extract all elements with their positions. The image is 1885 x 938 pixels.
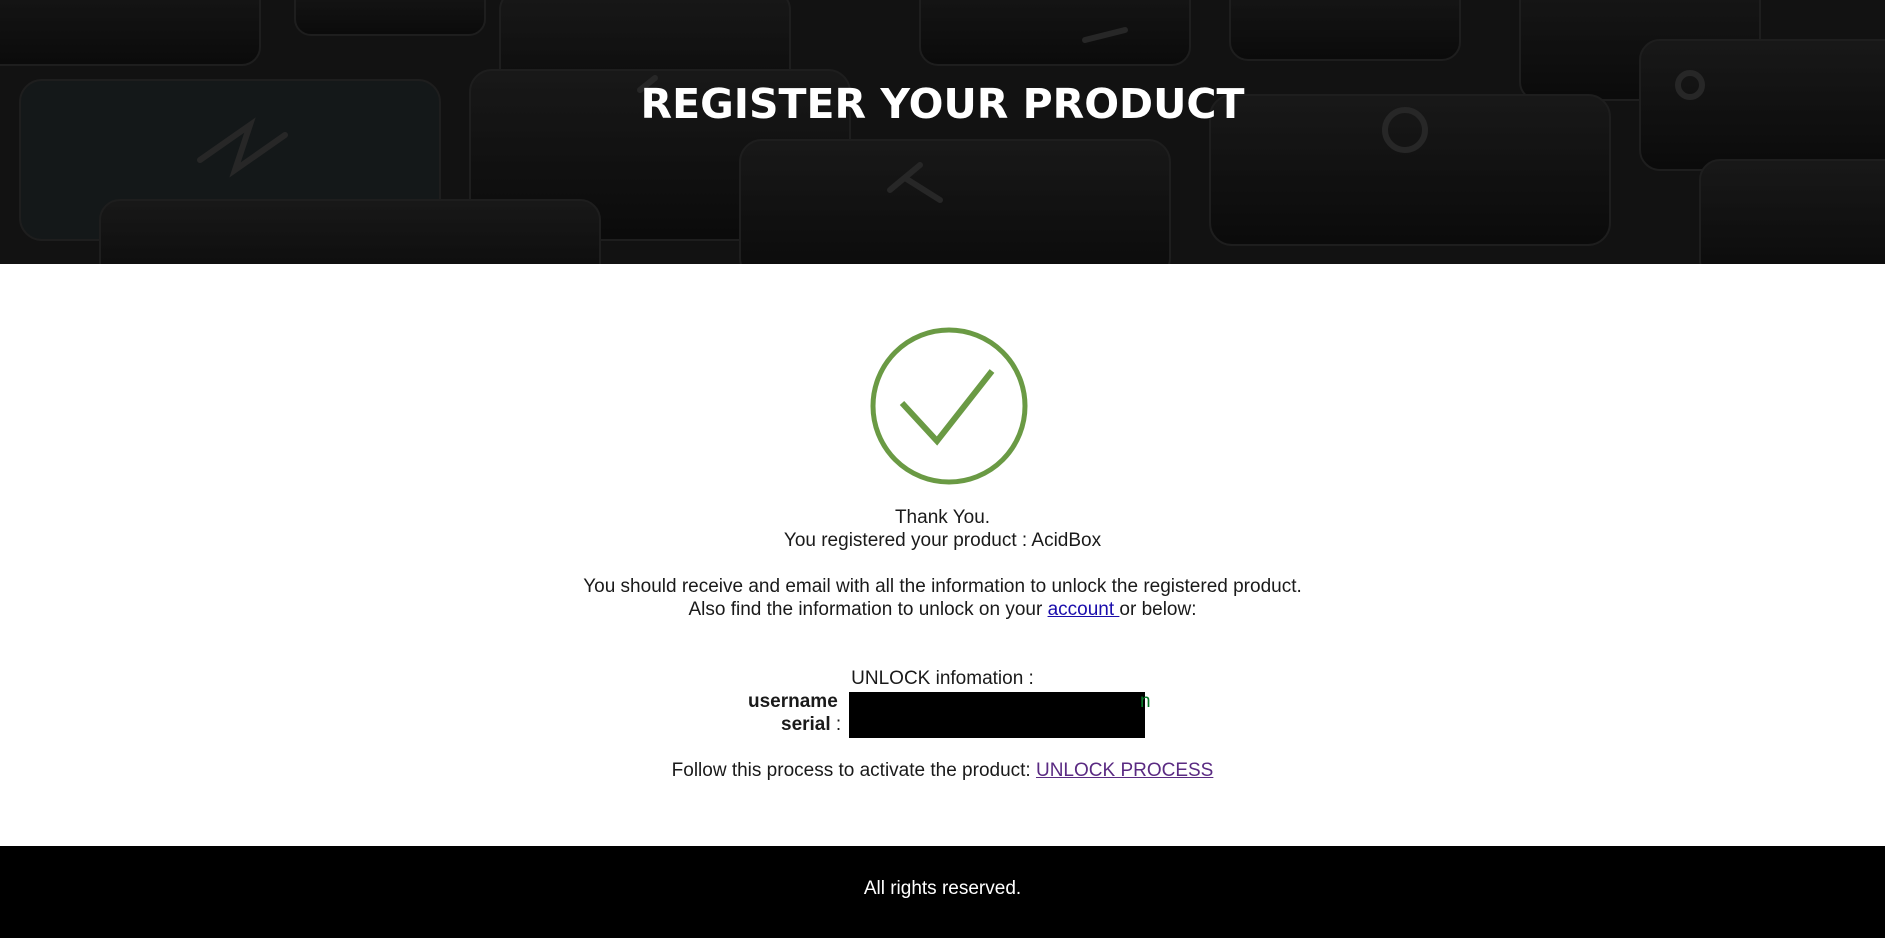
keyboard-background-image [0,0,1885,264]
username-value-redacted [849,692,1145,714]
footer: All rights reserved. [0,846,1885,938]
serial-value-redacted [849,712,1145,738]
account-suffix: or below: [1119,599,1197,620]
checkmark-circle-icon [869,326,1029,486]
serial-separator: : [830,714,842,735]
account-link[interactable]: account [1048,599,1120,620]
serial-label-row: serial : [781,713,841,736]
product-name: AcidBox [1031,530,1102,551]
email-notice: You should receive and email with all th… [583,576,1302,597]
page-title: REGISTER YOUR PRODUCT [640,80,1245,128]
footer-text: All rights reserved. [863,878,1022,899]
thank-you-text: Thank You. [894,507,991,528]
hero-banner: REGISTER YOUR PRODUCT [0,0,1885,264]
username-label: username [748,691,838,712]
registered-prefix: You registered your product : [783,530,1032,551]
unlock-process-line: Follow this process to activate the prod… [0,759,1885,782]
main-content: Thank You. You registered your product :… [0,264,1885,846]
username-value-tail: n [1140,691,1151,712]
registered-product-line: You registered your product : AcidBox [0,529,1885,552]
unlock-heading: UNLOCK infomation : [851,668,1034,689]
serial-label: serial [781,714,831,735]
unlock-process-prefix: Follow this process to activate the prod… [671,760,1036,781]
account-prefix: Also find the information to unlock on y… [688,599,1048,620]
unlock-process-link[interactable]: UNLOCK PROCESS [1036,760,1213,781]
account-line: Also find the information to unlock on y… [0,598,1885,621]
